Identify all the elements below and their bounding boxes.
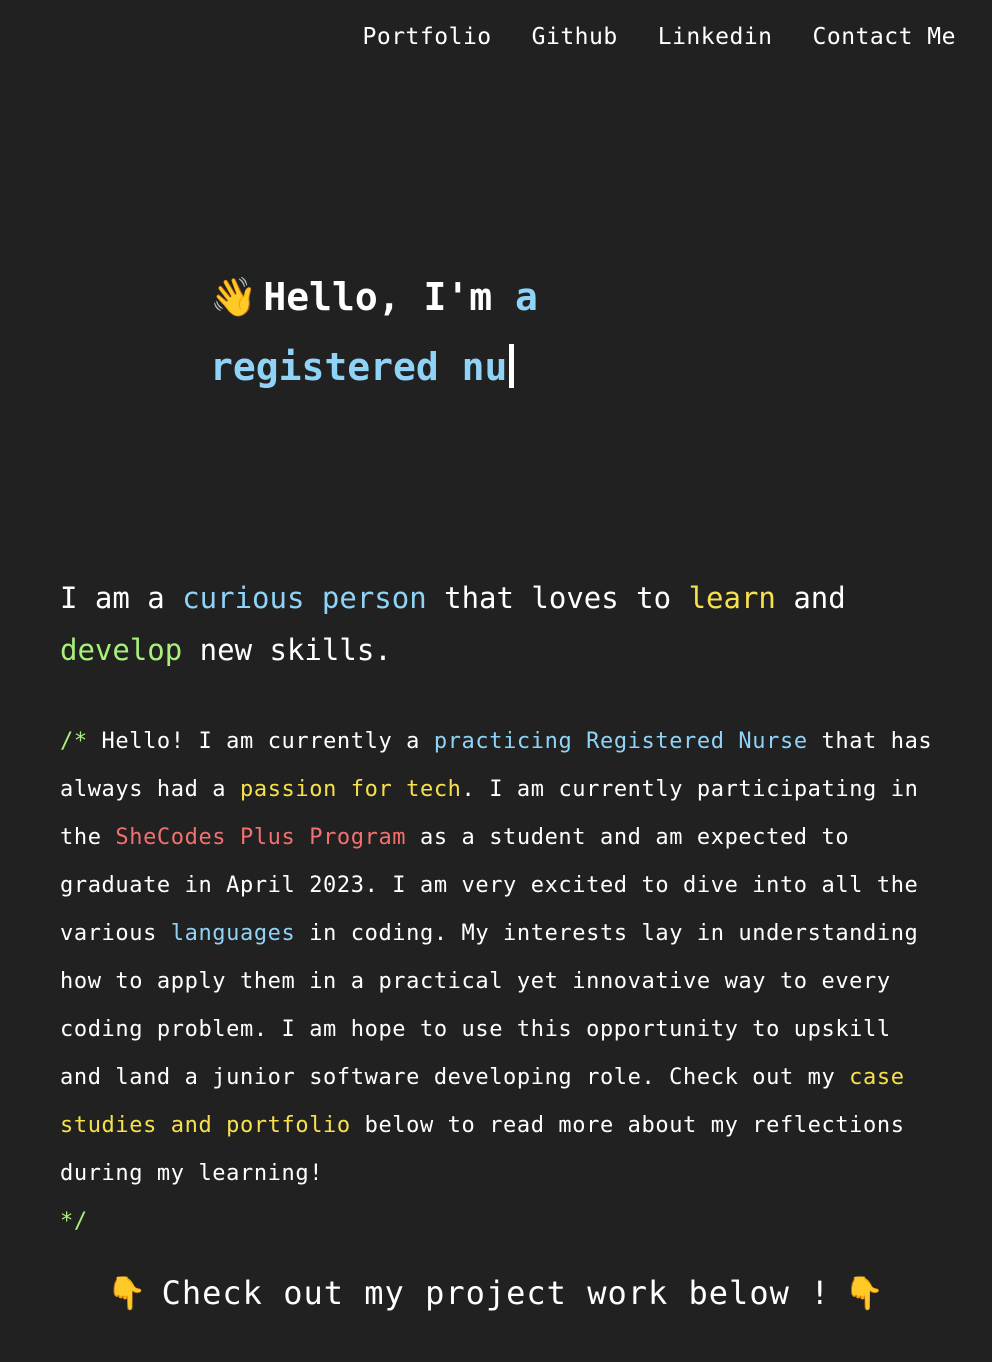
- hero-heading: 👋 Hello, I'm a registered nu: [210, 262, 630, 402]
- intro-highlight-develop: develop: [60, 633, 183, 667]
- top-nav: Portfolio Github Linkedin Contact Me: [363, 24, 956, 50]
- nav-link-linkedin[interactable]: Linkedin: [658, 24, 773, 50]
- hero-typed-text: registered nu: [210, 345, 508, 389]
- intro-tagline: I am a curious person that loves to lear…: [60, 572, 940, 676]
- intro-text: I am a: [60, 581, 183, 615]
- bio-highlight-passion: passion for tech: [240, 777, 462, 802]
- cta-text: Check out my project work below !: [161, 1274, 831, 1312]
- comment-close: */: [60, 1209, 88, 1234]
- nav-link-github[interactable]: Github: [532, 24, 618, 50]
- waving-hand-icon: 👋: [210, 275, 258, 319]
- intro-text: new skills.: [182, 633, 392, 667]
- bio-text: in coding. My interests lay in understan…: [60, 921, 919, 1090]
- project-cta: 👇 Check out my project work below ! 👇: [0, 1274, 992, 1312]
- bio-highlight-nurse: practicing Registered Nurse: [433, 729, 808, 754]
- hero-typed-word: a: [515, 275, 538, 319]
- nav-link-contact-me[interactable]: Contact Me: [813, 24, 956, 50]
- nav-link-portfolio[interactable]: Portfolio: [363, 24, 492, 50]
- bio-highlight-shecodes: SheCodes Plus Program: [115, 825, 407, 850]
- hero-greeting: Hello, I'm: [263, 275, 493, 319]
- comment-open: /*: [60, 729, 88, 754]
- intro-text: and: [775, 581, 846, 615]
- intro-text: that loves to: [426, 581, 689, 615]
- bio-highlight-languages: languages: [170, 921, 296, 946]
- bio-paragraph: /* Hello! I am currently a practicing Re…: [60, 718, 940, 1246]
- pointing-down-icon: 👇: [106, 1274, 148, 1312]
- bio-text: Hello! I am currently a: [87, 729, 434, 754]
- intro-highlight-learn: learn: [688, 581, 776, 615]
- intro-highlight-curious: curious person: [182, 581, 427, 615]
- typing-cursor: [509, 344, 515, 388]
- pointing-down-icon: 👇: [844, 1274, 886, 1312]
